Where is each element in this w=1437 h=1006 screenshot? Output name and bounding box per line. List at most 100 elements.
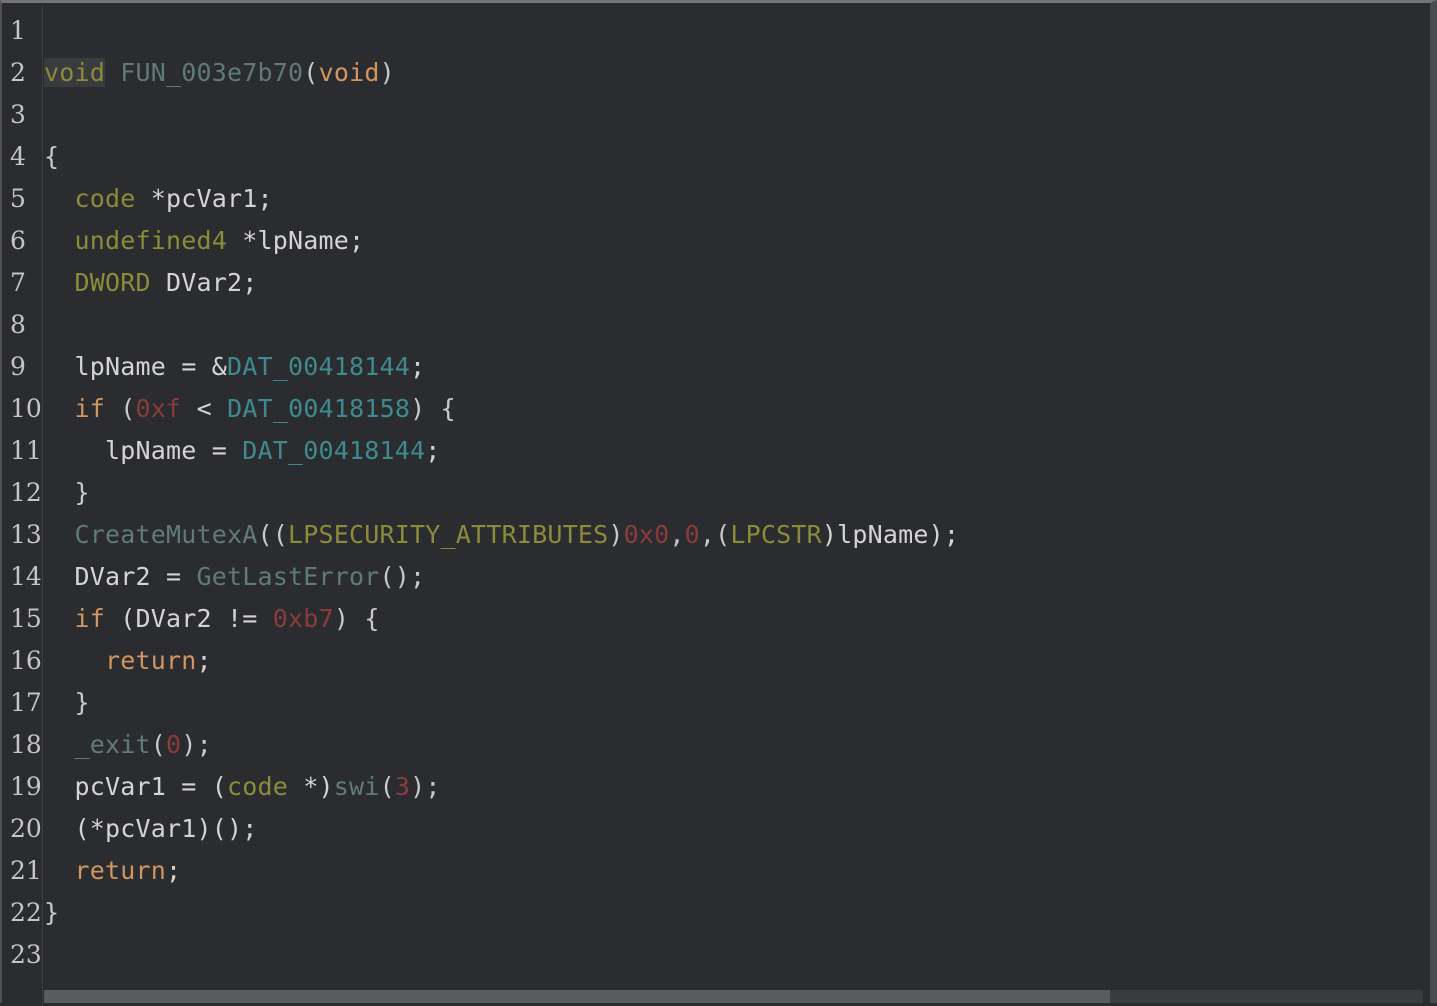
code-token[interactable]: ; [410,352,425,381]
code-token[interactable]: ); [181,730,212,759]
code-token[interactable]: (( [258,520,289,549]
code-token[interactable]: void [44,58,106,87]
code-token[interactable]: ; [197,646,212,675]
code-token[interactable] [44,646,105,675]
line-number: 8 [10,310,26,339]
code-token[interactable]: DVar2 = [44,562,197,591]
code-token[interactable] [44,268,75,297]
code-token[interactable]: 0x0 [624,520,670,549]
code-token[interactable]: 0 [685,520,700,549]
code-token[interactable]: 3 [395,772,410,801]
code-token[interactable]: swi [334,772,380,801]
code-token[interactable]: < [181,394,227,423]
code-token[interactable]: lpName = & [44,352,227,381]
code-token[interactable]: *) [288,772,334,801]
code-token[interactable]: _exit [75,730,151,759]
code-token[interactable]: ( [105,394,136,423]
code-token[interactable]: CreateMutexA [75,520,258,549]
code-token[interactable]: void [319,58,380,87]
code-token[interactable]: , [669,520,684,549]
code-token[interactable]: } [44,478,90,507]
code-token[interactable]: DAT_00418158 [227,394,410,423]
code-token[interactable]: ( [380,772,395,801]
code-token[interactable]: ) [380,58,395,87]
code-token[interactable] [44,226,75,255]
code-token[interactable]: code [75,184,136,213]
code-token[interactable]: ( [151,730,166,759]
code-token[interactable] [44,730,75,759]
code-line[interactable]: { [44,136,59,178]
code-token[interactable]: (*pcVar1)(); [44,814,258,843]
code-token[interactable]: return [75,856,167,885]
code-token[interactable]: ; [166,856,181,885]
code-line[interactable]: (*pcVar1)(); [44,808,258,850]
code-token[interactable]: GetLastError [197,562,380,591]
line-number: 21 [10,856,42,885]
code-view[interactable]: void FUN_003e7b70(void){ code *pcVar1; u… [44,6,1423,991]
code-line[interactable]: if (0xf < DAT_00418158) { [44,388,456,430]
code-line[interactable]: return; [44,850,182,892]
code-token[interactable]: pcVar1 = ( [44,772,227,801]
code-line[interactable]: _exit(0); [44,724,212,766]
code-token[interactable] [44,184,75,213]
code-line[interactable]: return; [44,640,212,682]
code-token[interactable] [44,394,75,423]
code-token[interactable]: 0 [166,730,181,759]
horizontal-scrollbar[interactable] [44,990,1423,1003]
code-token[interactable]: ,( [700,520,731,549]
code-token[interactable]: return [105,646,197,675]
code-token[interactable] [44,856,75,885]
code-line[interactable]: DWORD DVar2; [44,262,258,304]
code-token[interactable]: FUN_003e7b70 [120,58,303,87]
line-number: 1 [10,16,26,45]
code-token[interactable]: LPCSTR [730,520,822,549]
code-token[interactable] [44,520,75,549]
code-token[interactable]: )lpName); [822,520,959,549]
code-line[interactable]: CreateMutexA((LPSECURITY_ATTRIBUTES)0x0,… [44,514,959,556]
code-token[interactable]: } [44,898,59,927]
code-line[interactable]: if (DVar2 != 0xb7) { [44,598,380,640]
line-number: 10 [10,394,42,423]
code-line[interactable]: DVar2 = GetLastError(); [44,556,426,598]
code-token[interactable]: LPSECURITY_ATTRIBUTES [288,520,608,549]
code-token[interactable]: ) { [410,394,456,423]
code-line[interactable]: } [44,892,59,934]
code-line[interactable]: } [44,682,90,724]
code-line[interactable]: lpName = &DAT_00418144; [44,346,426,388]
scrollbar-thumb[interactable] [44,990,1110,1003]
code-token[interactable]: ); [410,772,441,801]
code-token[interactable] [105,58,120,87]
code-line[interactable]: lpName = DAT_00418144; [44,430,441,472]
code-token[interactable]: ) { [334,604,380,633]
code-line[interactable]: void FUN_003e7b70(void) [44,52,395,94]
line-number-gutter: 1 2 3 4 5 6 7 8 9 10 11 12 13 14 15 16 17 18 19 20 21 22 23 [4,6,43,1006]
code-token[interactable]: (); [380,562,426,591]
code-token[interactable]: undefined4 [75,226,228,255]
line-number: 6 [10,226,26,255]
code-token[interactable]: DWORD [75,268,151,297]
code-token[interactable]: *lpName; [227,226,364,255]
code-token[interactable]: if [75,394,106,423]
code-token[interactable]: if [75,604,106,633]
code-line[interactable]: pcVar1 = (code *)swi(3); [44,766,441,808]
code-token[interactable]: ; [425,436,440,465]
code-token[interactable]: { [44,142,59,171]
code-token[interactable]: DVar2; [151,268,258,297]
code-token[interactable]: 0xb7 [273,604,334,633]
line-number: 7 [10,268,26,297]
code-token[interactable]: DAT_00418144 [227,352,410,381]
code-token[interactable]: *pcVar1; [136,184,273,213]
line-number: 14 [10,562,42,591]
code-line[interactable]: undefined4 *lpName; [44,220,365,262]
code-token[interactable]: code [227,772,288,801]
code-token[interactable]: lpName = [44,436,242,465]
code-token[interactable]: ( [303,58,318,87]
code-token[interactable]: } [44,688,90,717]
code-token[interactable] [44,604,75,633]
code-token[interactable]: ) [608,520,623,549]
code-token[interactable]: (DVar2 != [105,604,273,633]
code-line[interactable]: code *pcVar1; [44,178,273,220]
code-token[interactable]: DAT_00418144 [242,436,425,465]
code-line[interactable]: } [44,472,90,514]
code-token[interactable]: 0xf [136,394,182,423]
